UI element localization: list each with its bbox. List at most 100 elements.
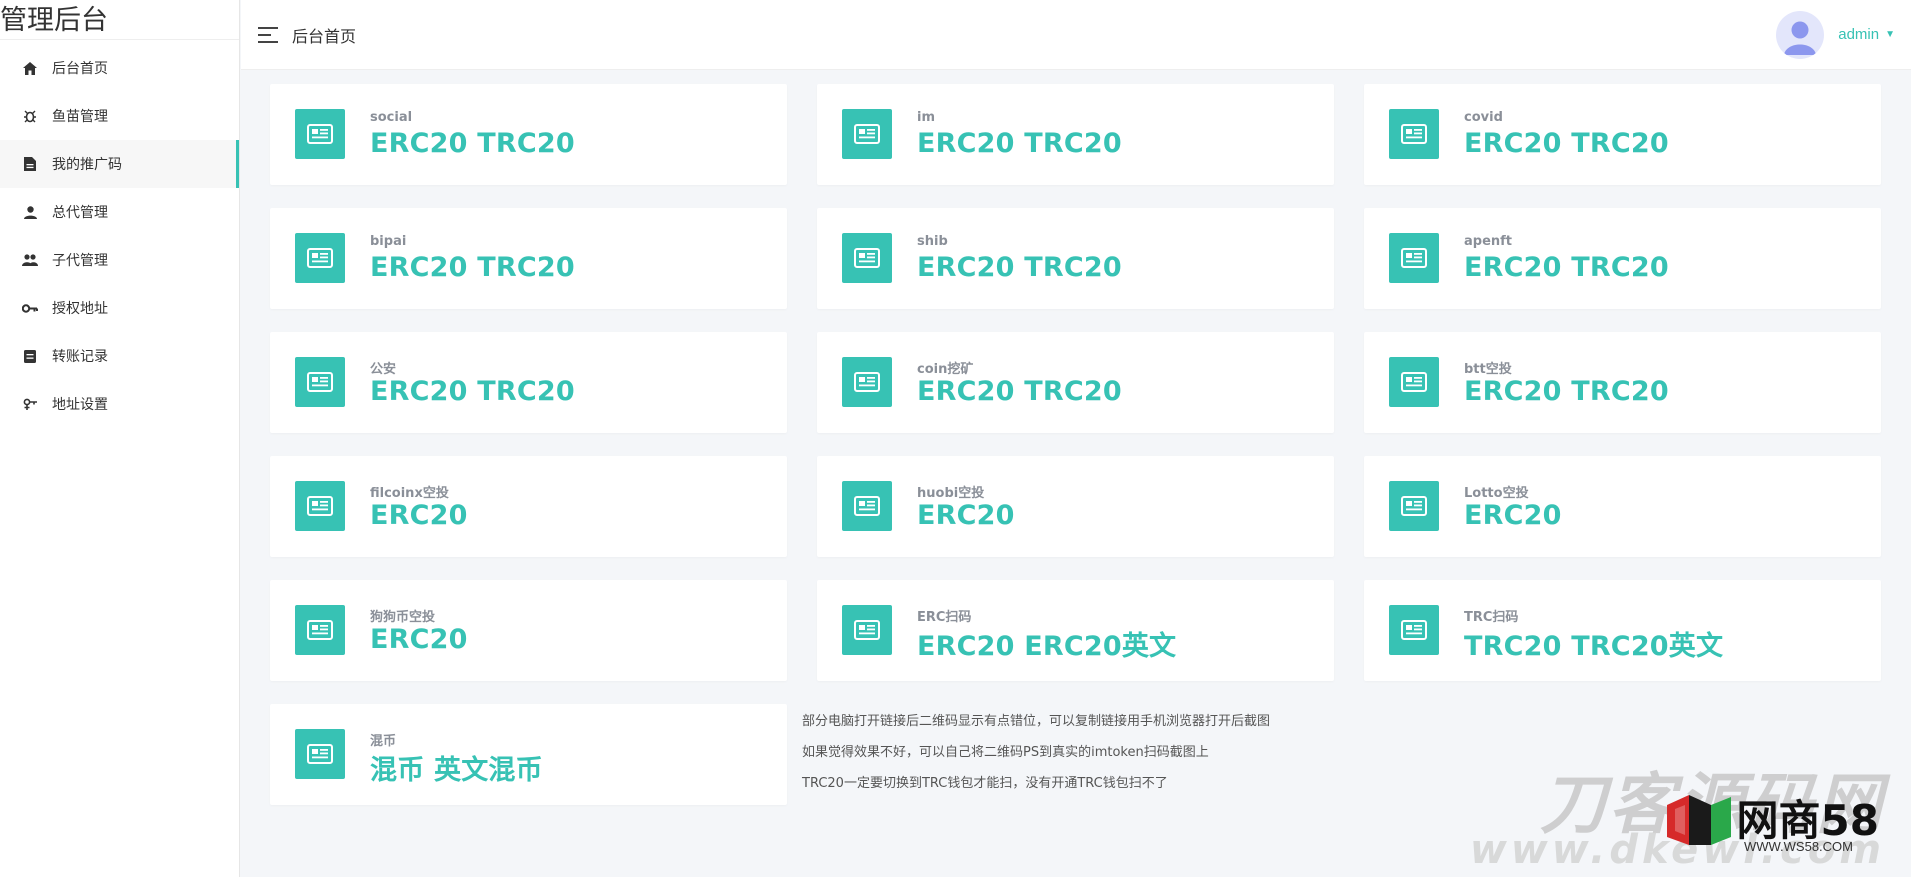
newspaper-icon <box>1389 357 1439 407</box>
sidebar-item-transfers[interactable]: 转账记录 <box>0 332 239 380</box>
note-line: 如果觉得效果不好，可以自己将二维码PS到真实的imtoken扫码截图上 <box>802 745 1209 760</box>
card-label: btt空投 <box>1464 362 1512 377</box>
card-value: ERC20 TRC20 <box>1464 376 1669 407</box>
sidebar-item-label: 子代管理 <box>52 253 108 269</box>
card-trc-scan[interactable]: TRC扫码 TRC20 TRC20英文 <box>1364 580 1881 681</box>
note-line: 部分电脑打开链接后二维码显示有点错位，可以复制链接用手机浏览器打开后截图 <box>802 714 1271 729</box>
card-mixer[interactable]: 混币 混币 英文混币 <box>270 704 787 805</box>
card-value: ERC20 <box>1464 500 1562 531</box>
sidebar-item-label: 后台首页 <box>52 61 108 77</box>
card-value: 混币 英文混币 <box>370 755 543 786</box>
watermark-url: WWW.WS58.COM <box>1743 839 1853 854</box>
sidebar-item-authorized-address[interactable]: 授权地址 <box>0 284 239 332</box>
logo-mark-icon <box>1666 794 1731 845</box>
newspaper-icon <box>1389 605 1439 655</box>
newspaper-icon <box>842 605 892 655</box>
card-value: ERC20 <box>917 500 1015 531</box>
card-coin-mining[interactable]: coin挖矿 ERC20 TRC20 <box>817 332 1334 433</box>
card-erc-scan[interactable]: ERC扫码 ERC20 ERC20英文 <box>817 580 1334 681</box>
card-btt-airdrop[interactable]: btt空投 ERC20 TRC20 <box>1364 332 1881 433</box>
newspaper-icon <box>1389 233 1439 283</box>
user-menu: admin ▼ <box>1776 10 1911 59</box>
sidebar-item-sub-agent[interactable]: 子代管理 <box>0 236 239 284</box>
sidebar-item-label: 地址设置 <box>52 397 108 413</box>
card-value: ERC20 TRC20 <box>1464 128 1669 159</box>
newspaper-icon <box>295 605 345 655</box>
card-value: ERC20 TRC20 <box>370 128 575 159</box>
person-icon <box>22 204 38 220</box>
card-bipai[interactable]: bipai ERC20 TRC20 <box>270 208 787 309</box>
bug-icon <box>22 108 38 124</box>
card-value: ERC20 ERC20英文 <box>917 631 1177 662</box>
document-icon <box>22 156 38 172</box>
newspaper-icon <box>295 729 345 779</box>
caret-down-icon[interactable]: ▼ <box>1885 29 1895 40</box>
newspaper-icon <box>1389 109 1439 159</box>
card-value: ERC20 TRC20 <box>370 252 575 283</box>
card-huobi-airdrop[interactable]: huobi空投 ERC20 <box>817 456 1334 557</box>
newspaper-icon <box>842 481 892 531</box>
card-label: shib <box>917 234 948 249</box>
sidebar-item-address-settings[interactable]: 地址设置 <box>0 380 239 428</box>
card-value: ERC20 TRC20 <box>917 252 1122 283</box>
list-icon <box>22 348 38 364</box>
card-label: covid <box>1464 110 1503 125</box>
card-apenft[interactable]: apenft ERC20 TRC20 <box>1364 208 1881 309</box>
newspaper-icon <box>842 357 892 407</box>
card-label: coin挖矿 <box>917 362 974 377</box>
newspaper-icon <box>1389 481 1439 531</box>
card-label: 狗狗币空投 <box>370 610 436 625</box>
username-link[interactable]: admin <box>1838 26 1879 43</box>
sidebar-item-label: 授权地址 <box>52 301 108 317</box>
card-value: ERC20 TRC20 <box>370 376 575 407</box>
watermark: 刀客源码网 www.dkewl.com 网商58 WWW.WS58.COM <box>1470 751 1893 873</box>
settings-icon <box>22 396 38 412</box>
card-value: ERC20 TRC20 <box>917 376 1122 407</box>
page-title: 后台首页 <box>292 26 357 46</box>
card-value: ERC20 TRC20 <box>1464 252 1669 283</box>
sidebar-item-general-agent[interactable]: 总代管理 <box>0 188 239 236</box>
newspaper-icon <box>842 233 892 283</box>
newspaper-icon <box>295 233 345 283</box>
card-covid[interactable]: covid ERC20 TRC20 <box>1364 84 1881 185</box>
card-shib[interactable]: shib ERC20 TRC20 <box>817 208 1334 309</box>
card-value: TRC20 TRC20英文 <box>1464 631 1724 662</box>
card-label: huobi空投 <box>917 486 985 501</box>
card-filcoinx-airdrop[interactable]: filcoinx空投 ERC20 <box>270 456 787 557</box>
newspaper-icon <box>295 109 345 159</box>
card-label: Lotto空投 <box>1464 486 1529 501</box>
sidebar-item-label: 鱼苗管理 <box>52 109 108 125</box>
card-label: TRC扫码 <box>1464 610 1519 625</box>
sidebar-nav: 后台首页 鱼苗管理 我的推广码 总代管理 子代管理 授权地址 转账记录 地址设置 <box>0 44 239 428</box>
sidebar-item-promo-code[interactable]: 我的推广码 <box>0 140 239 188</box>
card-police[interactable]: 公安 ERC20 TRC20 <box>270 332 787 433</box>
sidebar-item-label: 我的推广码 <box>52 157 122 173</box>
card-label: im <box>917 110 936 125</box>
card-label: ERC扫码 <box>917 610 972 625</box>
card-label: bipai <box>370 234 407 249</box>
sidebar-item-label: 转账记录 <box>52 349 108 365</box>
card-doge-airdrop[interactable]: 狗狗币空投 ERC20 <box>270 580 787 681</box>
menu-toggle-icon[interactable] <box>258 26 280 43</box>
people-icon <box>22 252 38 268</box>
newspaper-icon <box>295 481 345 531</box>
newspaper-icon <box>295 357 345 407</box>
home-icon <box>22 60 38 76</box>
card-label: 混币 <box>370 734 397 749</box>
card-label: apenft <box>1464 234 1513 249</box>
card-value: ERC20 TRC20 <box>917 128 1122 159</box>
card-value: ERC20 <box>370 500 468 531</box>
card-lotto-airdrop[interactable]: Lotto空投 ERC20 <box>1364 456 1881 557</box>
avatar[interactable] <box>1776 10 1825 59</box>
top-header: 后台首页 admin ▼ <box>241 0 1911 70</box>
card-label: social <box>370 110 413 125</box>
sidebar-item-home[interactable]: 后台首页 <box>0 44 239 92</box>
card-social[interactable]: social ERC20 TRC20 <box>270 84 787 185</box>
sidebar-item-label: 总代管理 <box>52 205 108 221</box>
card-value: ERC20 <box>370 624 468 655</box>
key-icon <box>22 300 38 316</box>
sidebar: 管理后台 后台首页 鱼苗管理 我的推广码 总代管理 子代管理 授权地址 转账记录… <box>0 0 240 877</box>
sidebar-item-fish[interactable]: 鱼苗管理 <box>0 92 239 140</box>
brand-title: 管理后台 <box>0 0 239 40</box>
card-im[interactable]: im ERC20 TRC20 <box>817 84 1334 185</box>
